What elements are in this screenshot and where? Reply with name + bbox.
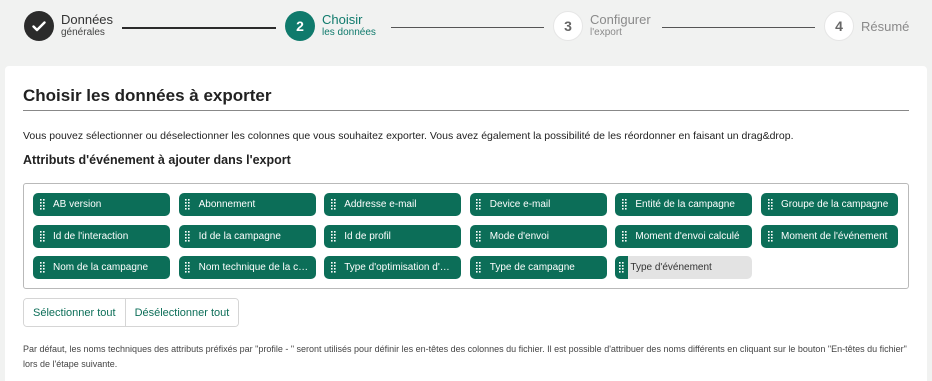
step-title: Données <box>61 12 114 27</box>
step-configure[interactable]: 3 Configurer l'export <box>553 11 651 41</box>
attribute-chip[interactable]: Id de l'interaction <box>33 224 170 248</box>
attribute-chip[interactable]: Id de la campagne <box>178 224 316 248</box>
attribute-chip-label: Moment de l'événement <box>781 230 888 242</box>
attribute-chip[interactable]: Abonnement <box>178 193 316 216</box>
step-subtitle: l'export <box>590 27 622 38</box>
drag-handle-icon[interactable] <box>33 262 51 273</box>
card-description: Vous pouvez sélectionner ou déselectionn… <box>23 130 794 142</box>
card-title: Choisir les données à exporter <box>23 86 272 105</box>
step-summary[interactable]: 4 Résumé <box>824 11 909 41</box>
attribute-chip-label: Entité de la campagne <box>635 199 735 210</box>
drag-handle-icon[interactable] <box>179 230 197 242</box>
attribute-chip-label: Nom technique de la campagne <box>198 262 316 273</box>
deselect-all-button[interactable]: Désélectionner tout <box>124 299 239 326</box>
step-title: Configurer <box>590 12 651 27</box>
drag-handle-icon[interactable] <box>179 199 197 210</box>
drag-handle-icon[interactable] <box>615 256 629 279</box>
attributes-list: AB version Abonnement Addresse e-mail Devic… <box>23 183 909 289</box>
select-all-button[interactable]: Sélectionner tout <box>24 299 125 326</box>
drag-handle-icon[interactable] <box>470 262 488 273</box>
step-number: 4 <box>824 11 854 41</box>
footnote: Par défaut, les noms techniques des attr… <box>23 344 907 369</box>
drag-handle-icon[interactable] <box>324 262 342 273</box>
step-number: 2 <box>285 11 315 41</box>
step-title: Choisir <box>322 12 363 27</box>
drag-handle-icon[interactable] <box>470 199 488 210</box>
step-subtitle: les données <box>322 27 376 38</box>
attribute-chip-label: Mode d'envoi <box>489 230 549 242</box>
attribute-chip-label: AB version <box>53 199 102 210</box>
attribute-chip[interactable]: Device e-mail <box>469 193 607 216</box>
attribute-chip[interactable]: Entité de la campagne <box>615 193 753 216</box>
attribute-chip-label: Groupe de la campagne <box>781 199 889 210</box>
selection-buttons: Sélectionner tout Désélectionner tout <box>23 298 240 327</box>
attribute-chip[interactable]: Mode d'envoi <box>469 224 607 248</box>
drag-handle-icon[interactable] <box>470 230 488 242</box>
step-connector <box>662 27 815 28</box>
attribute-chip-label: Addresse e-mail <box>344 199 417 210</box>
stepper: Données générales 2 Choisir les données … <box>0 0 932 56</box>
attribute-chip-label: Abonnement <box>198 199 256 210</box>
drag-handle-icon[interactable] <box>761 230 779 242</box>
attribute-chip-label: Type de campagne <box>489 262 575 273</box>
attribute-chip[interactable]: Type d'optimisation d'envoi <box>324 256 462 279</box>
drag-handle-icon[interactable] <box>324 230 342 242</box>
step-number: 3 <box>553 11 583 41</box>
attribute-chip-label: Moment d'envoi calculé <box>635 230 740 242</box>
attribute-chip-label: Nom de la campagne <box>53 262 149 273</box>
step-choose-data[interactable]: 2 Choisir les données <box>285 11 376 41</box>
attribute-chip[interactable]: AB version <box>33 193 170 216</box>
attribute-chip[interactable]: Type d'événement <box>615 256 753 279</box>
step-connector <box>122 27 276 29</box>
drag-handle-icon[interactable] <box>615 230 633 242</box>
attribute-chip[interactable]: Groupe de la campagne <box>761 193 898 216</box>
attribute-chip[interactable]: Moment d'envoi calculé <box>615 224 753 248</box>
attribute-chip[interactable]: Nom de la campagne <box>33 256 170 279</box>
attribute-chip-label: Device e-mail <box>489 199 551 210</box>
step-subtitle: générales <box>61 27 105 38</box>
drag-handle-icon[interactable] <box>33 230 51 242</box>
divider <box>23 110 909 111</box>
drag-handle-icon[interactable] <box>615 199 633 210</box>
drag-handle-icon[interactable] <box>179 262 197 273</box>
attributes-title: Attributs d'événement à ajouter dans l'e… <box>23 153 291 167</box>
drag-handle-icon[interactable] <box>761 199 779 210</box>
attribute-chip-label: Id de l'interaction <box>53 230 129 242</box>
attribute-chip[interactable]: Type de campagne <box>469 256 607 279</box>
attribute-chip-label: Type d'optimisation d'envoi <box>344 262 462 273</box>
attribute-chip-label: Id de profil <box>344 230 391 242</box>
export-data-card: Choisir les données à exporter Vous pouv… <box>5 66 927 381</box>
step-general-data[interactable]: Données générales <box>24 11 113 41</box>
attribute-chip[interactable]: Addresse e-mail <box>324 193 462 216</box>
attribute-chip-label: Type d'événement <box>630 262 712 273</box>
step-title: Résumé <box>861 18 910 34</box>
attribute-chip[interactable]: Nom technique de la campagne <box>178 256 316 279</box>
attribute-chip[interactable]: Id de profil <box>324 224 462 248</box>
step-connector <box>391 27 544 28</box>
attribute-chip[interactable]: Moment de l'événement <box>761 224 898 248</box>
drag-handle-icon[interactable] <box>33 199 51 210</box>
drag-handle-icon[interactable] <box>324 199 342 210</box>
check-icon <box>24 11 54 41</box>
attribute-chip-label: Id de la campagne <box>198 230 281 242</box>
